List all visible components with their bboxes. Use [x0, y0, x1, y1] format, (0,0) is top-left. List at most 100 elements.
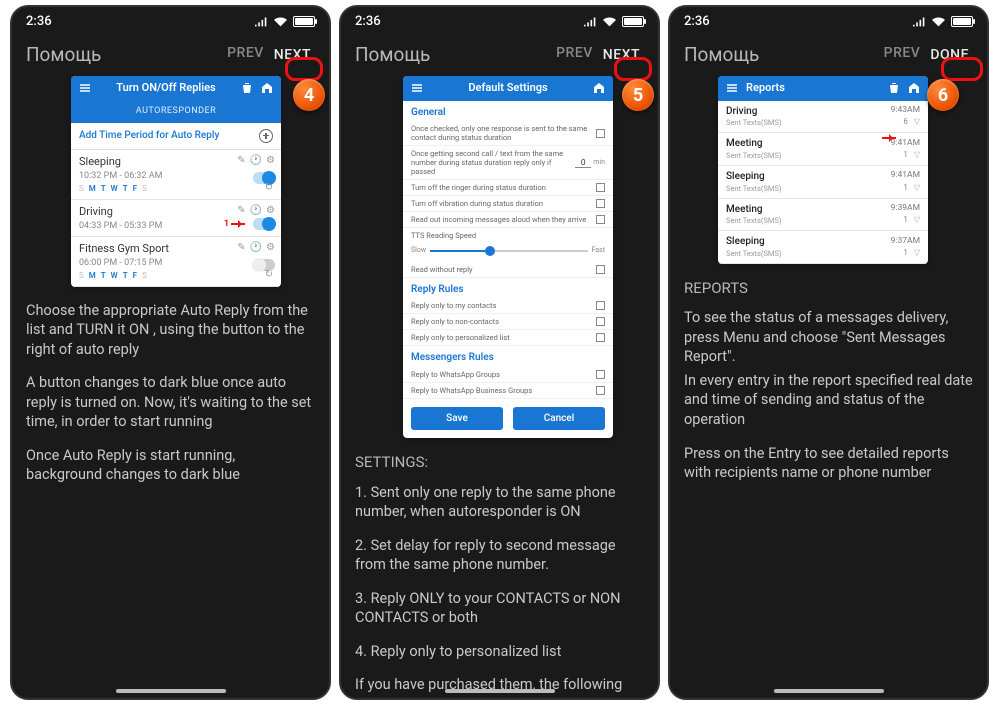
setting-option[interactable]: Reply only to my contacts	[403, 298, 613, 314]
reply-slot[interactable]: Driving 04:33 PM - 05:33 PM 1 ✎🕐⚙	[71, 200, 281, 237]
gear-icon[interactable]: ⚙	[266, 241, 275, 255]
gear-icon[interactable]: ⚙	[266, 154, 275, 168]
done-button[interactable]: DONE	[926, 45, 973, 65]
battery-icon	[293, 16, 315, 27]
prev-button[interactable]: PREV	[884, 45, 927, 65]
checkbox[interactable]	[596, 129, 605, 138]
app-header: Помощь PREV DONE	[670, 35, 987, 76]
checkbox[interactable]	[596, 317, 605, 326]
step-badge: 5	[622, 79, 654, 111]
next-button[interactable]: NEXT	[270, 45, 315, 65]
checkbox[interactable]	[596, 301, 605, 310]
embedded-screenshot: Default Settings General Once checked, o…	[403, 76, 613, 438]
reply-slot[interactable]: Sleeping 10:32 PM - 06:32 AM SMTWTFS ✎🕐⚙…	[71, 150, 281, 200]
setting-option[interactable]: Reply only to personalized list	[403, 330, 613, 346]
wifi-icon	[274, 15, 287, 28]
trash-icon[interactable]	[888, 82, 900, 94]
gear-icon[interactable]: ⚙	[266, 204, 275, 218]
status-icons	[255, 15, 315, 28]
home-icon[interactable]	[908, 82, 920, 94]
edit-icon[interactable]: ✎	[237, 204, 245, 218]
setting-label: TTS Reading Speed	[403, 228, 613, 243]
add-time-period-row[interactable]: Add Time Period for Auto Reply	[71, 123, 281, 150]
report-row[interactable]: SleepingSent Texts(SMS) 9:41AM1 ▽	[718, 166, 928, 199]
embedded-screenshot: Reports DrivingSent Texts(SMS) 9:43AM6 ▽…	[718, 76, 928, 264]
setting-option[interactable]: Once getting second call / text from the…	[403, 146, 613, 180]
section-header: Messengers Rules	[403, 346, 613, 367]
checkbox[interactable]	[596, 386, 605, 395]
report-row[interactable]: DrivingSent Texts(SMS) 9:43AM6 ▽	[718, 101, 928, 134]
setting-option[interactable]: Turn off vibration during status duratio…	[403, 196, 613, 212]
checkbox[interactable]	[596, 265, 605, 274]
prev-button[interactable]: PREV	[227, 45, 270, 65]
step-badge: 6	[927, 79, 959, 111]
help-text: 1. Sent only one reply to the same phone…	[355, 483, 644, 522]
save-button[interactable]: Save	[411, 407, 503, 431]
home-indicator[interactable]	[774, 689, 884, 693]
report-row[interactable]: SleepingSent Texts(SMS) 9:37AM1 ▽	[718, 231, 928, 264]
setting-option[interactable]: Read out incoming messages aloud when th…	[403, 212, 613, 228]
clock-icon[interactable]: 🕐	[250, 241, 262, 255]
setting-option[interactable]: Turn off the ringer during status durati…	[403, 180, 613, 196]
help-text: 2. Set delay for reply to second message…	[355, 536, 644, 575]
trash-icon[interactable]	[241, 82, 253, 94]
signal-icon	[584, 15, 597, 28]
section-caption: REPORTS	[684, 278, 973, 298]
step-badge: 4	[293, 79, 325, 111]
edit-icon[interactable]: ✎	[237, 154, 245, 168]
section-header: Reply Rules	[403, 278, 613, 299]
signal-icon	[913, 15, 926, 28]
embed-header: Turn ON/Off Replies	[71, 76, 281, 101]
embed-tab[interactable]: AUTORESPONDER	[71, 101, 281, 123]
clock-icon[interactable]: 🕐	[250, 204, 262, 218]
refresh-icon[interactable]: ↻	[265, 268, 273, 282]
cancel-button[interactable]: Cancel	[513, 407, 605, 431]
refresh-icon[interactable]: ↻	[265, 181, 273, 195]
checkbox[interactable]	[596, 333, 605, 342]
help-text: In every entry in the report specified r…	[684, 371, 973, 430]
battery-icon	[622, 16, 644, 27]
page-title: Помощь	[26, 43, 101, 66]
day-selector: SMTWTFS	[79, 184, 273, 195]
help-text: Choose the appropriate Auto Reply from t…	[26, 301, 315, 360]
status-time: 2:36	[355, 14, 381, 29]
menu-icon[interactable]	[726, 82, 738, 94]
app-header: Помощь PREV NEXT	[341, 35, 658, 76]
menu-icon[interactable]	[79, 82, 91, 94]
setting-option[interactable]: Reply to WhatsApp Groups	[403, 367, 613, 383]
help-text: To see the status of a messages delivery…	[684, 308, 973, 367]
phone-screen-1: 2:36 Помощь PREV NEXT 4 Turn ON/Off Repl…	[10, 5, 331, 700]
menu-icon[interactable]	[411, 82, 423, 94]
status-time: 2:36	[26, 14, 52, 29]
clock-icon[interactable]: 🕐	[250, 154, 262, 168]
help-text: Press on the Entry to see detailed repor…	[684, 444, 973, 483]
home-icon[interactable]	[261, 82, 273, 94]
edit-icon[interactable]: ✎	[237, 241, 245, 255]
report-row[interactable]: MeetingSent Texts(SMS) 9:39AM1 ▽	[718, 199, 928, 232]
prev-button[interactable]: PREV	[556, 45, 599, 65]
home-indicator[interactable]	[445, 689, 555, 693]
highlight-arrow	[882, 137, 896, 139]
checkbox[interactable]	[596, 183, 605, 192]
setting-option[interactable]: Reply only to non-contacts	[403, 314, 613, 330]
home-icon[interactable]	[593, 82, 605, 94]
setting-option[interactable]: Read without reply	[403, 262, 613, 278]
report-row[interactable]: MeetingSent Texts(SMS) 9:41AM1 ▽	[718, 133, 928, 166]
checkbox[interactable]	[596, 199, 605, 208]
setting-option[interactable]: Reply to WhatsApp Business Groups	[403, 383, 613, 399]
tts-speed-slider[interactable]: Slow Fast	[403, 243, 613, 261]
checkbox[interactable]	[596, 370, 605, 379]
help-text: If you have purchased them, the followin…	[355, 675, 644, 698]
embedded-screenshot: Turn ON/Off Replies AUTORESPONDER Add Ti…	[71, 76, 281, 287]
delay-input[interactable]	[575, 157, 591, 168]
next-button[interactable]: NEXT	[599, 45, 644, 65]
help-text: A button changes to dark blue once auto …	[26, 373, 315, 432]
section-header: General	[403, 101, 613, 122]
battery-icon	[951, 16, 973, 27]
add-icon[interactable]	[259, 129, 273, 143]
checkbox[interactable]	[596, 215, 605, 224]
home-indicator[interactable]	[116, 689, 226, 693]
setting-option[interactable]: Once checked, only one response is sent …	[403, 121, 613, 146]
reply-slot[interactable]: Fitness Gym Sport 06:00 PM - 07:15 PM SM…	[71, 237, 281, 287]
slot-toggle[interactable]	[253, 218, 275, 230]
